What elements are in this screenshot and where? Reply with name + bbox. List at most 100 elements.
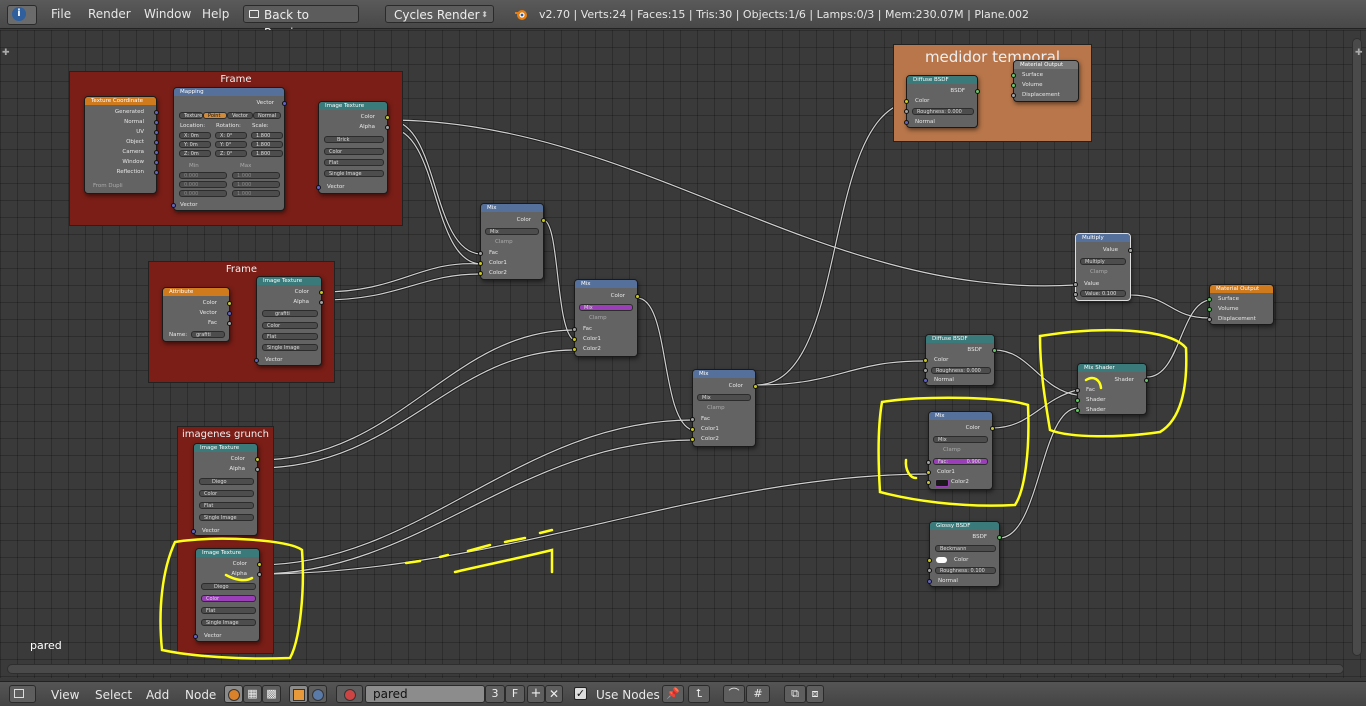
socket-input[interactable] [478,271,483,276]
location-y-field[interactable]: Y: 0m [179,141,211,148]
socket-input[interactable] [191,529,196,534]
socket-output[interactable] [319,290,324,295]
location-x-field[interactable]: X: 0m [179,132,211,139]
shader-tree-button[interactable] [224,685,243,703]
max-y-field[interactable]: 1.000 [232,181,280,188]
node-attribute[interactable]: Attribute Color Vector Fac Name: grafiti [162,287,232,342]
socket-input[interactable] [926,460,931,465]
node-mix-4[interactable]: Mix Color Mix Clamp Fac: 0.900 Color1 Co… [926,411,995,490]
image-selector[interactable]: Diego [201,583,256,590]
socket-input[interactable] [1011,73,1016,78]
socket-output[interactable] [541,218,546,223]
rotation-y-field[interactable]: Y: 0° [215,141,247,148]
node-glossy-bsdf[interactable]: Glossy BSDF BSDF Beckmann Color Roughnes… [927,521,1002,587]
source-select[interactable]: Single Image [199,514,254,521]
socket-input[interactable] [1207,317,1212,322]
node-diffuse-bsdf[interactable]: Diffuse BSDF BSDF Color Roughness: 0.000… [923,334,997,386]
socket-input[interactable] [690,427,695,432]
max-z-field[interactable]: 1.000 [232,190,280,197]
socket-input[interactable] [1075,398,1080,403]
socket-input[interactable] [478,261,483,266]
render-engine-select[interactable]: Cycles Render ⬍ [385,5,494,23]
clamp-checkbox[interactable]: Clamp [943,447,961,453]
socket-input[interactable] [923,368,928,373]
socket-output[interactable] [257,562,262,567]
projection-select[interactable]: Flat [262,333,318,340]
node-material-output[interactable]: Material Output Surface Volume Displacem… [1207,284,1274,325]
node-image-texture-grafiti[interactable]: Image Texture Color Alpha grafiti Color … [254,276,324,366]
fake-user-button[interactable]: F [505,685,525,703]
menu-select[interactable]: Select [95,688,132,702]
node-mapping[interactable]: Mapping Vector Texture Point Vector Norm… [171,87,287,211]
back-to-previous-button[interactable]: Back to Previous [243,5,359,40]
location-z-field[interactable]: Z: 0m [179,150,211,157]
roughness-field[interactable]: Roughness: 0.000 [931,367,991,374]
new-material-button[interactable]: + [527,685,545,703]
mapping-type-vector[interactable]: Vector [227,112,253,119]
socket-output[interactable] [385,125,390,130]
min-x-field[interactable]: 0.000 [179,172,227,179]
projection-select[interactable]: Flat [201,607,256,614]
node-image-texture-diego-2[interactable]: Image Texture Color Alpha Diego Color Fl… [193,548,262,642]
socket-input[interactable] [1075,408,1080,413]
fac-field[interactable]: Fac: 0.900 [933,458,988,465]
projection-select[interactable]: Flat [324,159,384,166]
socket-input[interactable] [572,347,577,352]
rotation-x-field[interactable]: X: 0° [215,132,247,139]
node-texture-coordinate[interactable]: Texture Coordinate Generated Normal UV O… [84,96,159,194]
mapping-type-texture[interactable]: Texture [179,112,203,119]
socket-input[interactable] [1073,282,1078,287]
socket-input[interactable] [171,203,176,208]
socket-input[interactable] [904,109,909,114]
plus-corner-icon[interactable]: ✚ [2,48,10,58]
socket-output[interactable] [154,160,159,165]
paste-nodes-button[interactable]: ⧈ [806,685,824,703]
socket-input[interactable] [904,99,909,104]
attribute-name-field[interactable]: grafiti [191,331,225,338]
socket-input[interactable] [1011,93,1016,98]
color-swatch[interactable] [935,479,949,487]
socket-input[interactable] [193,634,198,639]
socket-input[interactable] [1011,83,1016,88]
node-editor-canvas[interactable]: Frame Frame imagenes grunch medidor temp… [0,30,1366,678]
socket-output[interactable] [257,572,262,577]
socket-output[interactable] [975,89,980,94]
clamp-checkbox[interactable]: Clamp [495,239,513,245]
material-name-field[interactable]: pared [365,685,485,703]
socket-input[interactable] [904,120,909,125]
menu-node[interactable]: Node [185,688,216,702]
socket-output[interactable] [227,301,232,306]
node-image-texture-brick[interactable]: Image Texture Color Alpha Brick Color Fl… [316,101,390,194]
parent-tree-button[interactable]: ⮤ [688,685,710,703]
socket-output[interactable] [635,294,640,299]
material-users-count[interactable]: 3 [485,685,505,703]
socket-output[interactable] [319,300,324,305]
socket-output[interactable] [992,348,997,353]
snap-mode-button[interactable]: # [746,685,770,703]
roughness-field[interactable]: Roughness: 0.000 [912,108,974,115]
socket-input[interactable] [1207,297,1212,302]
scale-x-field[interactable]: 1.800 [251,132,283,139]
socket-input[interactable] [1075,388,1080,393]
socket-input[interactable] [690,437,695,442]
min-checkbox[interactable]: Min [189,163,199,169]
node-material-output-medidor[interactable]: Material Output Surface Volume Displacem… [1011,60,1079,102]
color-space-select[interactable]: Color [262,322,318,329]
socket-output[interactable] [997,535,1002,540]
compositing-tree-button[interactable]: ▦ [243,685,262,703]
scale-y-field[interactable]: 1.800 [251,141,283,148]
editor-type-button[interactable] [9,685,36,703]
socket-input[interactable] [316,185,321,190]
socket-output[interactable] [227,321,232,326]
socket-output[interactable] [154,120,159,125]
menu-help[interactable]: Help [202,7,229,21]
socket-output[interactable] [154,150,159,155]
socket-output[interactable] [990,426,995,431]
node-mix-shader[interactable]: Mix Shader Shader Fac Shader Shader [1075,363,1149,415]
image-selector[interactable]: Brick [324,136,384,143]
min-z-field[interactable]: 0.000 [179,190,227,197]
socket-input[interactable] [1073,292,1078,297]
socket-output[interactable] [255,457,260,462]
unlink-material-button[interactable]: ✕ [545,685,563,703]
object-shader-button[interactable] [289,685,308,703]
